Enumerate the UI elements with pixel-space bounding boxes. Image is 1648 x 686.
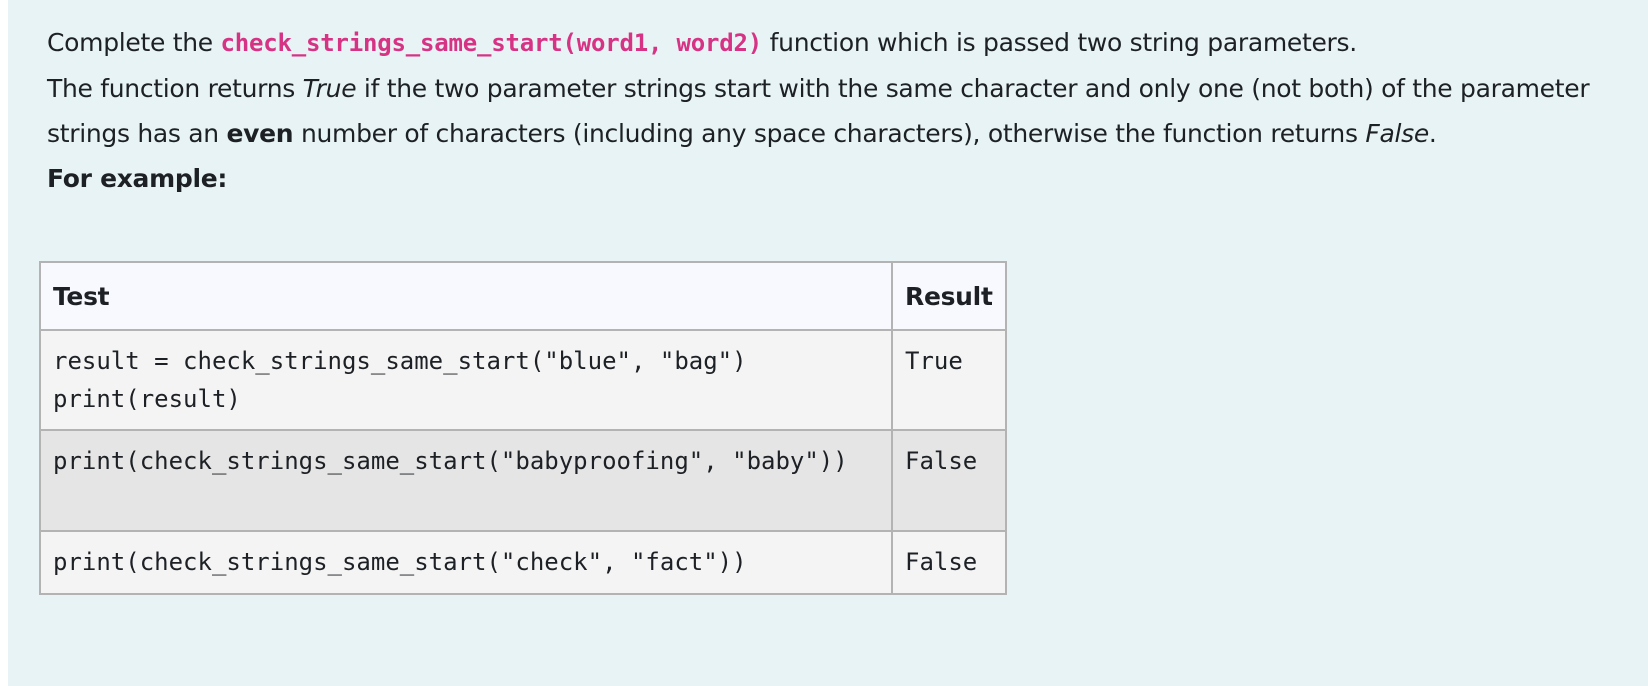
period: . [1428, 119, 1437, 148]
false-keyword: False [1365, 119, 1429, 148]
description-text-3: number of characters (including any spac… [293, 119, 1366, 148]
result-cell: False [891, 530, 1007, 595]
header-result: Result [891, 261, 1007, 331]
table-header-row: Test Result [39, 261, 1007, 331]
table-row: result = check_strings_same_start("blue"… [39, 329, 1007, 431]
question-description: Complete the check_strings_same_start(wo… [47, 20, 1607, 156]
intro-text-after: function which is passed two string para… [762, 28, 1358, 57]
intro-text: Complete the [47, 28, 221, 57]
description-text: The function returns [47, 74, 303, 103]
example-heading: For example: [47, 164, 228, 193]
table-row: print(check_strings_same_start("check", … [39, 530, 1007, 595]
true-keyword: True [302, 74, 357, 103]
table-row: print(check_strings_same_start("babyproo… [39, 429, 1007, 532]
test-cell: print(check_strings_same_start("check", … [39, 530, 893, 595]
even-keyword: even [226, 119, 294, 148]
header-test: Test [39, 261, 893, 331]
test-cell: result = check_strings_same_start("blue"… [39, 329, 893, 431]
test-cell: print(check_strings_same_start("babyproo… [39, 429, 893, 532]
function-signature: check_strings_same_start(word1, word2) [220, 29, 763, 57]
result-cell: True [891, 329, 1007, 431]
examples-table: Test Result result = check_strings_same_… [39, 261, 1007, 595]
result-cell: False [891, 429, 1007, 532]
